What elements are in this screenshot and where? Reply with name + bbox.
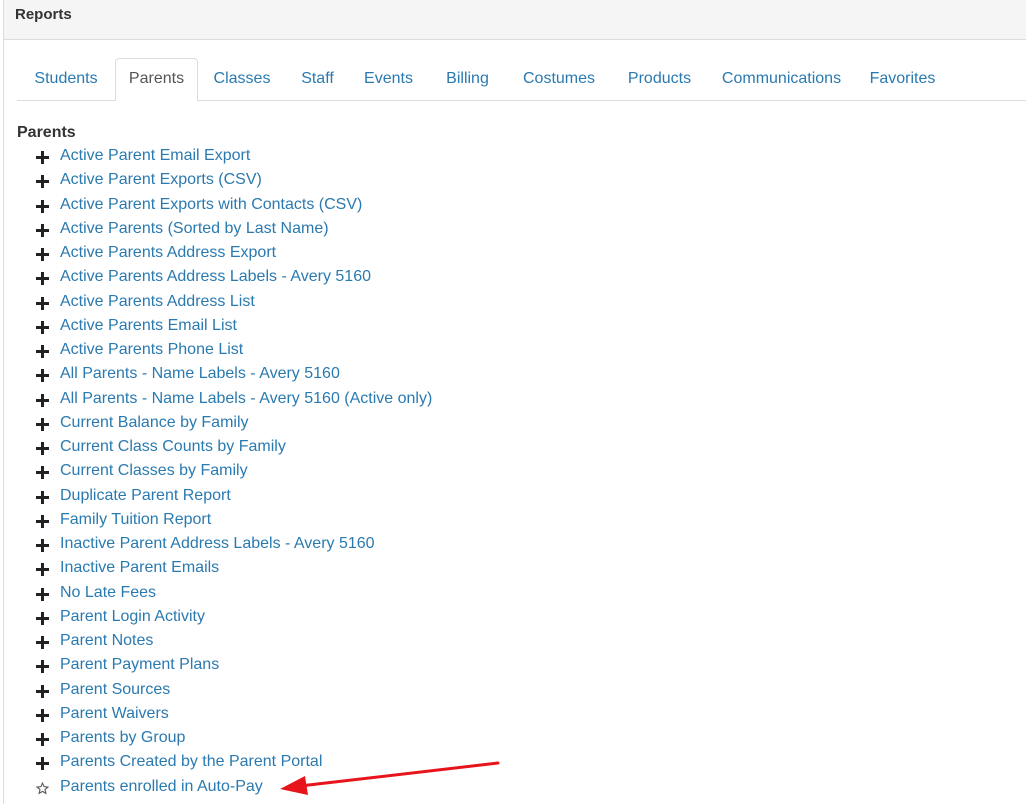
report-link[interactable]: Active Parents Email List [60,317,237,335]
tab-classes[interactable]: Classes [198,58,286,100]
report-link[interactable]: Parent Waivers [60,705,169,723]
report-link[interactable]: Active Parent Email Export [60,147,250,165]
reports-page: Reports Students Parents Classes Staff Event… [0,0,1026,804]
list-item: Current Class Counts by Family [36,435,432,459]
list-item: Active Parents Address List [36,290,432,314]
plus-icon[interactable] [36,466,49,480]
plus-icon[interactable] [36,175,49,189]
report-link[interactable]: Active Parent Exports (CSV) [60,171,262,189]
tab-favorites[interactable]: Favorites [855,58,950,100]
list-item: Active Parents (Sorted by Last Name) [36,217,432,241]
list-item: Active Parent Email Export [36,144,432,168]
report-category-tabs: Students Parents Classes Staff Events Billing… [17,58,1026,101]
report-link[interactable]: Active Parents Address Labels - Avery 51… [60,268,371,286]
plus-icon[interactable] [36,611,49,625]
list-item: Parents enrolled in Auto-Pay [36,775,432,799]
plus-icon[interactable] [36,660,49,674]
plus-icon[interactable] [36,296,49,310]
report-link[interactable]: Parents by Group [60,729,185,747]
list-item: Current Classes by Family [36,459,432,483]
plus-icon[interactable] [36,248,49,262]
list-item: Active Parent Exports (CSV) [36,168,432,192]
report-link[interactable]: Inactive Parent Address Labels - Avery 5… [60,535,375,553]
report-link[interactable]: Current Class Counts by Family [60,438,286,456]
plus-icon[interactable] [36,636,49,650]
plus-icon[interactable] [36,393,49,407]
plus-icon[interactable] [36,587,49,601]
plus-icon[interactable] [36,514,49,528]
plus-icon[interactable] [36,320,49,334]
report-link[interactable]: Parent Payment Plans [60,656,219,674]
plus-icon[interactable] [36,223,49,237]
list-item: Active Parents Address Export [36,241,432,265]
star-icon[interactable] [36,781,49,795]
list-item: No Late Fees [36,581,432,605]
list-item: Parent Login Activity [36,605,432,629]
list-item: Active Parents Phone List [36,338,432,362]
list-item: Family Tuition Report [36,508,432,532]
plus-icon[interactable] [36,708,49,722]
report-link[interactable]: Parent Sources [60,681,170,699]
tab-communications[interactable]: Communications [708,58,855,100]
list-item: Parents by Group [36,726,432,750]
report-link[interactable]: Active Parent Exports with Contacts (CSV… [60,196,362,214]
report-link[interactable]: Parents enrolled in Auto-Pay [60,778,263,796]
tab-products[interactable]: Products [611,58,708,100]
plus-icon[interactable] [36,199,49,213]
report-link[interactable]: All Parents - Name Labels - Avery 5160 (… [60,390,432,408]
list-item: Inactive Parent Address Labels - Avery 5… [36,532,432,556]
report-link[interactable]: Active Parents Address Export [60,244,276,262]
list-item: Parent Sources [36,678,432,702]
list-item: Parents Created by the Parent Portal [36,750,432,774]
plus-icon[interactable] [36,757,49,771]
tab-parents[interactable]: Parents [115,58,198,101]
list-item: Parent Notes [36,629,432,653]
report-link[interactable]: Parents Created by the Parent Portal [60,753,322,771]
report-link[interactable]: No Late Fees [60,584,156,602]
report-link[interactable]: All Parents - Name Labels - Avery 5160 [60,365,340,383]
tab-staff[interactable]: Staff [286,58,349,100]
plus-icon[interactable] [36,539,49,553]
list-item: All Parents - Name Labels - Avery 5160 [36,362,432,386]
plus-icon[interactable] [36,684,49,698]
report-link[interactable]: Active Parents Phone List [60,341,243,359]
panel-title: Reports [4,0,1026,40]
list-item: All Parents - Name Labels - Avery 5160 (… [36,387,432,411]
tab-events[interactable]: Events [349,58,428,100]
list-item: Parent Waivers [36,702,432,726]
plus-icon[interactable] [36,345,49,359]
report-link[interactable]: Family Tuition Report [60,511,211,529]
tab-billing[interactable]: Billing [428,58,507,100]
list-item: Duplicate Parent Report [36,484,432,508]
list-item: Current Balance by Family [36,411,432,435]
section-title: Parents [17,124,76,141]
plus-icon[interactable] [36,272,49,286]
report-list: Active Parent Email Export Active Parent … [36,144,432,799]
report-link[interactable]: Parent Notes [60,632,153,650]
tab-students[interactable]: Students [17,58,115,100]
plus-icon[interactable] [36,369,49,383]
tab-costumes[interactable]: Costumes [507,58,611,100]
report-link[interactable]: Duplicate Parent Report [60,487,231,505]
report-link[interactable]: Current Balance by Family [60,414,249,432]
plus-icon[interactable] [36,417,49,431]
plus-icon[interactable] [36,563,49,577]
report-link[interactable]: Current Classes by Family [60,462,248,480]
list-item: Active Parent Exports with Contacts (CSV… [36,193,432,217]
report-link[interactable]: Active Parents (Sorted by Last Name) [60,220,329,238]
report-link[interactable]: Parent Login Activity [60,608,205,626]
plus-icon[interactable] [36,151,49,165]
list-item: Inactive Parent Emails [36,556,432,580]
list-item: Active Parents Email List [36,314,432,338]
plus-icon[interactable] [36,490,49,504]
list-item: Active Parents Address Labels - Avery 51… [36,265,432,289]
report-link[interactable]: Active Parents Address List [60,293,255,311]
report-link[interactable]: Inactive Parent Emails [60,559,219,577]
list-item: Parent Payment Plans [36,653,432,677]
plus-icon[interactable] [36,442,49,456]
plus-icon[interactable] [36,733,49,747]
